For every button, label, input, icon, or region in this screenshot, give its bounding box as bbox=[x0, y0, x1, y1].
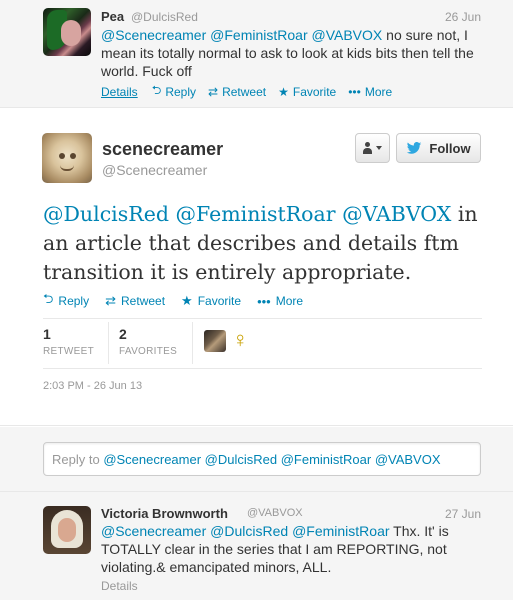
tweet-author-name[interactable]: Pea bbox=[101, 9, 124, 24]
retweet-button[interactable]: ⇄ Retweet bbox=[208, 81, 266, 102]
retweet-icon: ⇄ bbox=[208, 84, 219, 99]
tweet-author-name[interactable]: scenecreamer bbox=[102, 139, 223, 160]
details-link[interactable]: Details bbox=[101, 81, 138, 102]
reply-placeholder-prefix: Reply to bbox=[52, 452, 104, 467]
favorite-star-icon: ★ bbox=[181, 293, 193, 308]
more-label: More bbox=[275, 294, 304, 308]
tweet-text: @Scenecreamer @FeministRoar @VABVOX no s… bbox=[101, 26, 491, 80]
follow-button[interactable]: Follow bbox=[396, 133, 481, 163]
reply-input[interactable]: Reply to @Scenecreamer @DulcisRed @Femin… bbox=[43, 442, 481, 476]
mention-link[interactable]: @VABVOX bbox=[312, 27, 383, 43]
reply-icon: ⮌ bbox=[43, 291, 54, 306]
mention-link[interactable]: @Scenecreamer bbox=[101, 27, 206, 43]
reply-icon: ⮌ bbox=[151, 83, 162, 97]
mention-link[interactable]: @VABVOX bbox=[342, 202, 451, 226]
mention-link[interactable]: @Scenecreamer bbox=[101, 523, 206, 539]
mention-link[interactable]: @FeministRoar bbox=[292, 523, 389, 539]
reply-button[interactable]: ⮌ Reply bbox=[152, 81, 196, 102]
more-dots-icon: ••• bbox=[257, 293, 271, 309]
more-button[interactable]: ••• More bbox=[257, 294, 303, 309]
tweet-author-handle[interactable]: @VABVOX bbox=[247, 507, 303, 519]
favorite-star-icon: ★ bbox=[278, 84, 289, 99]
retweet-count-stat[interactable]: 1 RETWEET bbox=[43, 326, 94, 357]
reply-area: Reply to @Scenecreamer @DulcisRed @Femin… bbox=[0, 427, 513, 492]
tweet-actions: ⮌ Reply ⇄ Retweet ★ Favorite ••• More bbox=[43, 290, 319, 312]
mention-link[interactable]: @DulcisRed bbox=[43, 202, 169, 226]
tweet-date[interactable]: 26 Jun bbox=[445, 10, 481, 24]
tweet-author-handle[interactable]: @Scenecreamer bbox=[102, 162, 207, 178]
retweet-count-label: RETWEET bbox=[43, 346, 94, 357]
venus-symbol[interactable]: ♀ bbox=[232, 327, 249, 353]
more-dots-icon: ••• bbox=[348, 84, 361, 99]
stat-divider bbox=[108, 322, 109, 364]
favorite-label: Favorite bbox=[292, 84, 337, 99]
favorite-count: 2 bbox=[119, 326, 127, 342]
avatar-pea[interactable] bbox=[43, 8, 91, 56]
tweet-text: @DulcisRed @FeministRoar @VABVOX in an a… bbox=[43, 200, 483, 287]
more-label: More bbox=[364, 84, 393, 99]
reply-placeholder-mentions: @Scenecreamer @DulcisRed @FeministRoar @… bbox=[103, 452, 441, 467]
favorite-count-label: FAVORITES bbox=[119, 346, 178, 357]
more-button[interactable]: ••• More bbox=[348, 81, 392, 102]
tweet-text: @Scenecreamer @DulcisRed @FeministRoar T… bbox=[101, 522, 491, 576]
reply-label: Reply bbox=[165, 84, 196, 99]
user-icon bbox=[363, 142, 372, 154]
tweet-author-handle[interactable]: @DulcisRed bbox=[131, 10, 198, 24]
retweet-label: Retweet bbox=[222, 84, 267, 99]
retweet-label: Retweet bbox=[121, 294, 166, 308]
retweet-count: 1 bbox=[43, 326, 51, 342]
favorite-button[interactable]: ★ Favorite bbox=[278, 81, 336, 102]
details-link[interactable]: Details bbox=[101, 579, 138, 593]
mention-link[interactable]: @FeministRoar bbox=[210, 27, 307, 43]
retweet-button[interactable]: ⇄ Retweet bbox=[105, 293, 165, 309]
tweet-date[interactable]: 27 Jun bbox=[445, 507, 481, 521]
stat-divider bbox=[192, 322, 193, 364]
follow-label: Follow bbox=[429, 140, 471, 156]
reply-label: Reply bbox=[58, 294, 90, 308]
reply-button[interactable]: ⮌ Reply bbox=[43, 290, 89, 312]
reply-tweet-victoria: Victoria Brownworth @VABVOX 27 Jun @Scen… bbox=[0, 492, 513, 600]
divider bbox=[43, 368, 482, 369]
main-tweet: scenecreamer @Scenecreamer Follow @Dulci… bbox=[0, 108, 513, 426]
user-actions-dropdown[interactable] bbox=[355, 133, 390, 163]
favorite-button[interactable]: ★ Favorite bbox=[181, 293, 241, 309]
favorite-label: Favorite bbox=[197, 294, 242, 308]
chevron-down-icon bbox=[376, 146, 382, 150]
divider bbox=[43, 318, 482, 319]
favorite-count-stat[interactable]: 2 FAVORITES bbox=[119, 326, 177, 357]
mention-link[interactable]: @FeministRoar bbox=[175, 202, 335, 226]
tweet-author-name[interactable]: Victoria Brownworth bbox=[101, 506, 228, 521]
retweet-icon: ⇄ bbox=[105, 293, 117, 308]
reply-tweet-pea: Pea @DulcisRed 26 Jun @Scenecreamer @Fem… bbox=[0, 0, 513, 108]
favoriter-avatar[interactable] bbox=[204, 330, 226, 352]
avatar-scenecreamer[interactable] bbox=[42, 133, 92, 183]
tweet-timestamp: 2:03 PM - 26 Jun 13 bbox=[43, 380, 143, 392]
mention-link[interactable]: @DulcisRed bbox=[210, 523, 288, 539]
avatar-victoria[interactable] bbox=[43, 506, 91, 554]
tweet-actions: Details ⮌ Reply ⇄ Retweet ★ Favorite ••• Mor… bbox=[101, 81, 404, 102]
twitter-bird-icon bbox=[407, 142, 422, 154]
